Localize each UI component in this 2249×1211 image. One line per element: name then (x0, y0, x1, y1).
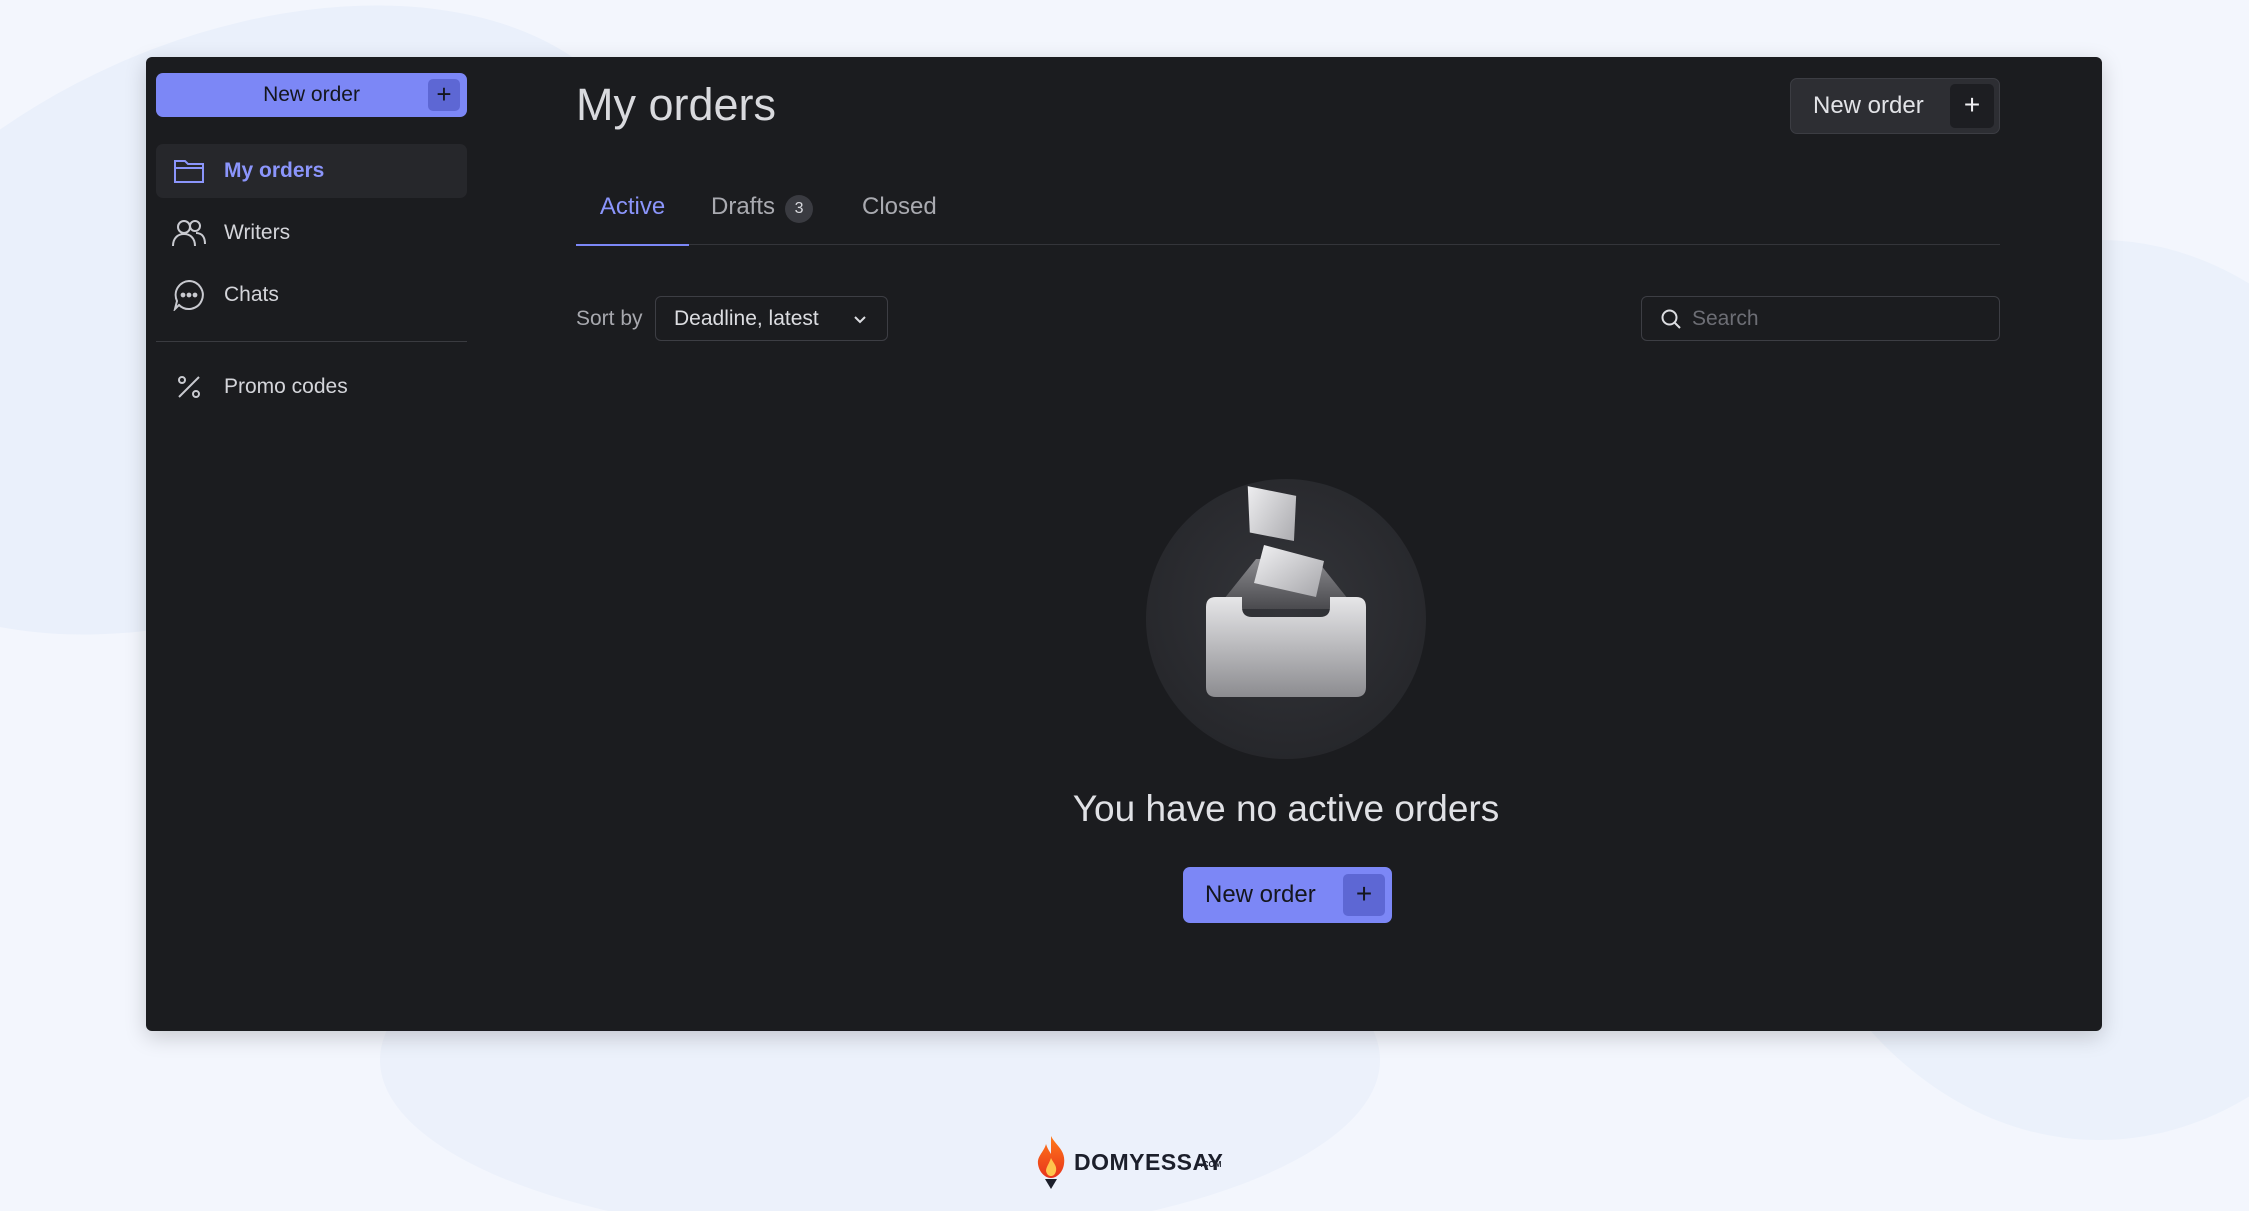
folder-icon (172, 154, 206, 188)
drafts-count-badge: 3 (785, 195, 814, 223)
sidebar-divider (156, 341, 467, 342)
sidebar-new-order-button[interactable]: New order + (156, 73, 467, 117)
search-icon (1660, 308, 1682, 330)
empty-state-new-order-button[interactable]: New order + (1183, 867, 1392, 923)
sidebar-item-writers[interactable]: Writers (156, 206, 467, 260)
sidebar-item-label: Writers (224, 221, 291, 244)
empty-state-new-order-label: New order (1205, 881, 1316, 908)
search-field[interactable] (1641, 296, 2000, 341)
sidebar-item-label: Promo codes (224, 375, 348, 398)
chevron-down-icon (851, 310, 869, 333)
sidebar-item-my-orders[interactable]: My orders (156, 144, 467, 198)
page-title: My orders (576, 79, 777, 130)
header-new-order-button[interactable]: New order + (1790, 78, 2000, 134)
header-new-order-label: New order (1813, 92, 1924, 119)
search-input[interactable] (1692, 306, 1982, 331)
tab-closed[interactable]: Closed (862, 185, 937, 245)
users-icon (172, 216, 206, 250)
percent-icon (172, 370, 206, 404)
plus-icon: + (428, 79, 460, 111)
tab-drafts[interactable]: Drafts 3 (711, 185, 814, 245)
sidebar-item-label: My orders (224, 159, 325, 182)
chat-icon (172, 278, 206, 312)
sort-select[interactable]: Deadline, latest (655, 296, 888, 341)
flame-logo-icon (1037, 1136, 1065, 1189)
sidebar-item-chats[interactable]: Chats (156, 268, 467, 322)
sort-by-label: Sort by (576, 307, 643, 330)
sidebar: New order + My orders Writers Chats Prom… (146, 57, 476, 1031)
sort-select-value: Deadline, latest (674, 306, 819, 330)
sidebar-new-order-label: New order (263, 83, 360, 106)
tab-label: Active (599, 193, 666, 220)
plus-icon: + (1950, 84, 1994, 128)
plus-icon: + (1343, 874, 1385, 916)
tab-label: Drafts (711, 193, 776, 220)
order-tabs: Active Drafts 3 Closed (576, 185, 2000, 246)
sidebar-item-label: Chats (224, 283, 279, 306)
sidebar-item-promo-codes[interactable]: Promo codes (156, 360, 467, 414)
empty-state-title: You have no active orders (1072, 788, 1500, 829)
tab-label: Closed (862, 193, 937, 220)
brand-suffix: .COM (1200, 1160, 1222, 1169)
app-window: New order + My orders Writers Chats Prom… (146, 57, 2102, 1031)
brand-logo: DOMYESSAY .COM (1034, 1134, 1223, 1190)
empty-inbox-icon (1146, 479, 1426, 759)
tab-active[interactable]: Active (576, 185, 689, 246)
